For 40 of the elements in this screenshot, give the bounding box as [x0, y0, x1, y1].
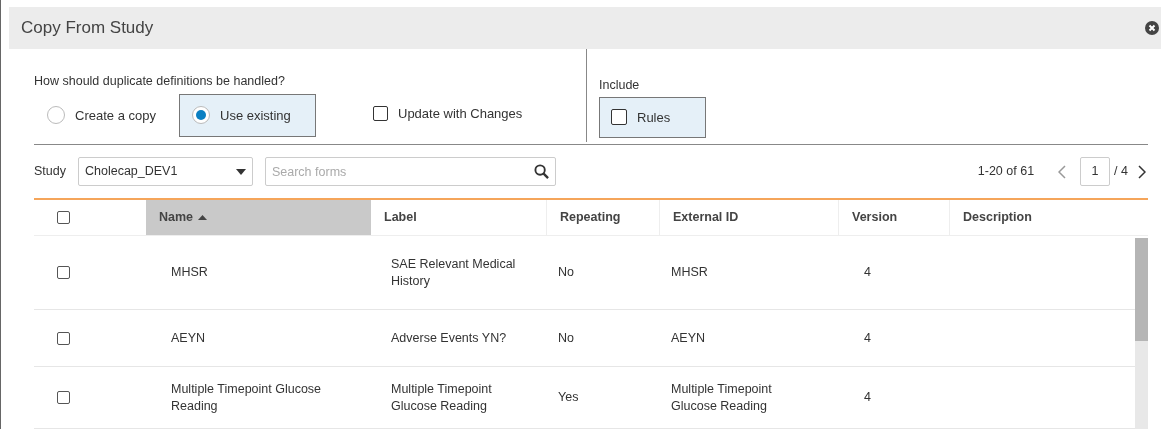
row-checkbox[interactable] [57, 391, 70, 404]
table-cell-text: Multiple Timepoint Glucose Reading [390, 381, 493, 414]
table-cell-text: 4 [863, 264, 871, 281]
table-cell-text: Yes [557, 389, 579, 406]
rules-option[interactable]: Rules [599, 96, 706, 138]
page-field[interactable]: 1 [1080, 157, 1111, 186]
range-text: 1-20 of 61 [977, 163, 1035, 181]
study-dropdown[interactable]: Cholecap_DEV1 [77, 157, 253, 186]
table-cell-text: Multiple Timepoint Glucose Reading [670, 381, 773, 414]
table-cell-text: MHSR [170, 264, 209, 281]
checkbox-label[interactable]: Update with Changes [388, 103, 523, 123]
radio-option[interactable]: Create a copy [34, 93, 179, 137]
previous-page-icon[interactable] [1058, 164, 1067, 179]
table-cell-text: No [557, 264, 574, 281]
caret-icon [235, 168, 246, 175]
table-cell-text: MHSR [670, 264, 709, 281]
table-cell-text: AEYN [670, 329, 707, 347]
table-cell-text: AEYN [170, 329, 207, 347]
table-cell-text: 4 [863, 329, 871, 347]
select-all-checkbox[interactable] [57, 211, 70, 224]
page-count: / 4 [1114, 163, 1128, 181]
question-text: How should duplicate definitions be handled? [34, 73, 286, 90]
column-header[interactable]: Name [146, 200, 371, 235]
table-cell-text: No [557, 329, 574, 347]
table-cell-text: Multiple Timepoint Glucose Reading [170, 381, 323, 414]
include-label: Include [599, 77, 641, 94]
scrollbar[interactable] [1135, 238, 1148, 429]
radio-option[interactable]: Use existing [179, 93, 316, 137]
checkbox[interactable] [373, 105, 388, 121]
search-field[interactable]: Search forms [264, 157, 556, 186]
search-icon[interactable] [533, 164, 549, 179]
row-checkbox[interactable] [57, 331, 70, 345]
table-cell-text: SAE Relevant Medical History [390, 256, 517, 289]
next-page-icon[interactable] [1138, 164, 1146, 179]
dialog-title: Copy From Study [21, 17, 154, 40]
study-label: Study [34, 163, 66, 181]
row-checkbox[interactable] [57, 266, 70, 279]
table-cell-text: Adverse Events YN? [390, 329, 508, 347]
table-cell-text: 4 [863, 389, 871, 406]
close-icon[interactable] [1145, 21, 1159, 35]
